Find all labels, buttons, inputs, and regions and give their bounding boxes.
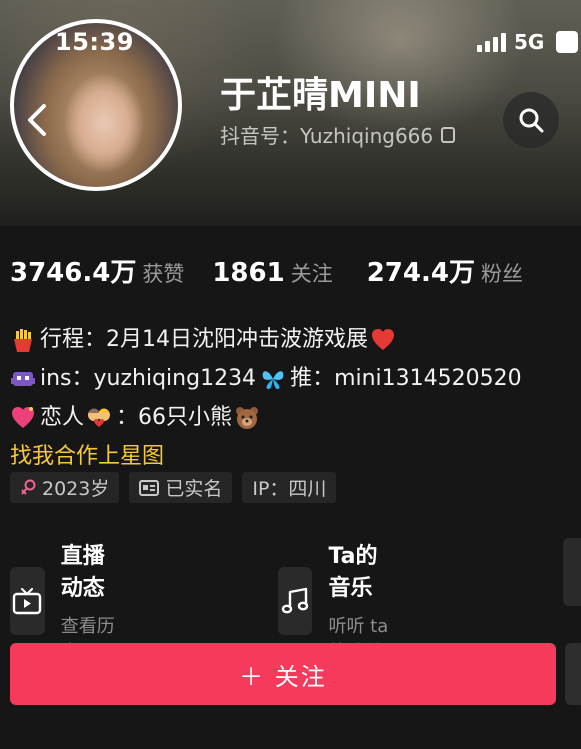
copy-icon[interactable] (441, 126, 456, 143)
bio-line: 恋人 ：66只小熊 (10, 398, 522, 437)
bio-tweet: 推：mini1314520520 (290, 365, 522, 391)
tag-verified-text: 已实名 (165, 478, 223, 500)
profile-header: 15:39 5G 于芷晴MINI 抖音号：Yuzhiqing666 (0, 0, 581, 226)
bio-lover-value: ：66只小熊 (116, 404, 233, 430)
follow-button[interactable]: ＋ 关注 (10, 643, 556, 705)
female-icon (21, 479, 36, 495)
signal-icon (477, 32, 506, 52)
tag-age: 2023岁 (10, 472, 120, 503)
couple-icon (88, 408, 111, 427)
back-icon[interactable] (22, 100, 52, 140)
music-note-icon (282, 587, 309, 614)
bio-line: ins：yuzhiqing1234 推：mini1314520520 (10, 359, 522, 398)
profile-bio: 行程：2月14日沈阳冲击波游戏展 ins：yuzhiqing1234 推：min… (10, 320, 522, 476)
stat-value: 274.4万 (366, 258, 475, 288)
tag-verified: 已实名 (129, 472, 233, 503)
douyin-id[interactable]: 抖音号：Yuzhiqing666 (220, 120, 456, 149)
tag-ip-text: IP：四川 (252, 478, 327, 500)
fries-icon (14, 328, 32, 352)
tv-icon (13, 587, 42, 615)
search-icon (519, 108, 544, 133)
heart-icon (372, 328, 394, 350)
bio-line: 行程：2月14日沈阳冲击波游戏展 (10, 320, 522, 359)
butterfly-icon (262, 370, 284, 389)
stat-label: 粉丝 (480, 262, 523, 286)
profile-nickname: 于芷晴MINI (220, 75, 421, 116)
bio-lover-label: 恋人 (40, 404, 85, 430)
sparkling-heart-icon (12, 406, 34, 428)
card-title: Ta的音乐 (328, 544, 378, 601)
stat-label: 获赞 (142, 262, 185, 286)
status-indicators: 5G (477, 30, 579, 54)
id-card-icon (139, 479, 160, 496)
status-time: 15:39 (55, 28, 134, 56)
douyin-id-text: 抖音号：Yuzhiqing666 (220, 124, 434, 148)
card-icon-box (278, 567, 313, 635)
tag-ip: IP：四川 (242, 472, 337, 503)
stat-likes[interactable]: 3746.4万 获赞 (10, 252, 184, 289)
card-edge[interactable] (563, 538, 581, 606)
bio-schedule: 行程：2月14日沈阳冲击波游戏展 (40, 326, 368, 352)
profile-stats: 3746.4万 获赞 1861 关注 274.4万 粉丝 (10, 252, 523, 289)
stat-following[interactable]: 1861 关注 (212, 258, 332, 288)
stat-value: 3746.4万 (10, 258, 137, 288)
alien-icon (11, 371, 35, 386)
battery-icon (556, 31, 579, 53)
tag-age-text: 2023岁 (42, 478, 110, 500)
card-icon-box (10, 567, 45, 635)
stat-label: 关注 (290, 262, 333, 286)
network-label: 5G (514, 30, 545, 54)
search-button[interactable] (503, 92, 559, 148)
card-title: 直播动态 (60, 544, 105, 601)
bio-ins: ins：yuzhiqing1234 (40, 365, 257, 391)
bear-icon (236, 406, 259, 429)
stat-followers[interactable]: 274.4万 粉丝 (367, 252, 523, 289)
star-chart-link[interactable]: 找我合作上星图 (10, 437, 522, 476)
profile-tags: 2023岁 已实名 IP：四川 (10, 472, 337, 503)
stat-value: 1861 (212, 258, 285, 288)
message-button-edge[interactable] (565, 643, 581, 705)
